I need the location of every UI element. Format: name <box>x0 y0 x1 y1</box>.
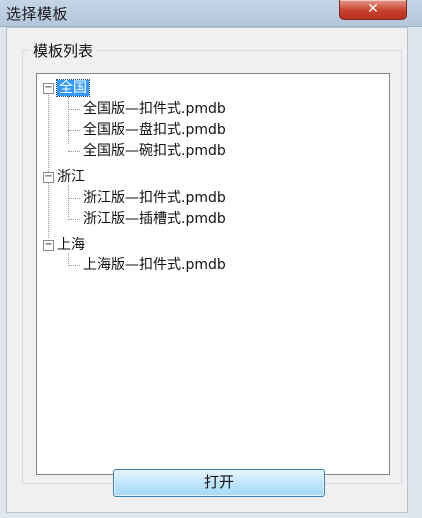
minus-icon: − <box>44 239 53 250</box>
tree-connector <box>68 219 80 220</box>
open-button[interactable]: 打开 <box>113 469 325 497</box>
tree-connector <box>68 265 80 266</box>
tree-connector <box>48 92 49 238</box>
close-icon: ✕ <box>367 1 379 17</box>
tree-group-quanguo[interactable]: 全国 <box>56 78 90 98</box>
title-bar[interactable]: 选择模板 ✕ <box>0 0 422 27</box>
tree-group-label: 浙江 <box>57 169 85 185</box>
collapse-icon[interactable]: − <box>43 240 54 251</box>
template-tree[interactable]: − 全国 全国版—扣件式.pmdb 全国版—盘扣式.pmdb 全国版—碗扣式.p… <box>36 73 390 475</box>
group-label: 模板列表 <box>30 40 97 61</box>
tree-connector <box>68 198 80 199</box>
tree-item[interactable]: 全国版—扣件式.pmdb <box>83 99 226 119</box>
window-title: 选择模板 <box>6 5 69 23</box>
minus-icon: − <box>44 171 53 182</box>
dialog-body: 模板列表 − 全国 全国版—扣件式.pmdb 全国版—盘扣式.pmdb 全国版—… <box>6 27 408 513</box>
tree-item[interactable]: 全国版—盘扣式.pmdb <box>83 120 226 140</box>
tree-item[interactable]: 全国版—碗扣式.pmdb <box>83 141 226 161</box>
tree-connector <box>68 253 69 264</box>
tree-item[interactable]: 浙江版—插槽式.pmdb <box>83 209 226 229</box>
tree-item[interactable]: 上海版—扣件式.pmdb <box>83 255 226 275</box>
tree-connector <box>68 185 69 217</box>
tree-connector <box>68 109 80 110</box>
close-button[interactable]: ✕ <box>339 0 407 20</box>
tree-group-label: 上海 <box>57 237 85 253</box>
collapse-icon[interactable]: − <box>43 83 54 94</box>
tree-connector <box>68 130 80 131</box>
template-list-group: 模板列表 − 全国 全国版—扣件式.pmdb 全国版—盘扣式.pmdb 全国版—… <box>22 40 402 484</box>
minus-icon: − <box>44 82 53 93</box>
tree-group-label: 全国 <box>56 79 90 97</box>
collapse-icon[interactable]: − <box>43 172 54 183</box>
tree-group-shanghai[interactable]: 上海 <box>57 235 85 255</box>
tree-connector <box>68 96 69 144</box>
tree-group-zhejiang[interactable]: 浙江 <box>57 167 85 187</box>
tree-item[interactable]: 浙江版—扣件式.pmdb <box>83 188 226 208</box>
tree-connector <box>68 151 80 152</box>
